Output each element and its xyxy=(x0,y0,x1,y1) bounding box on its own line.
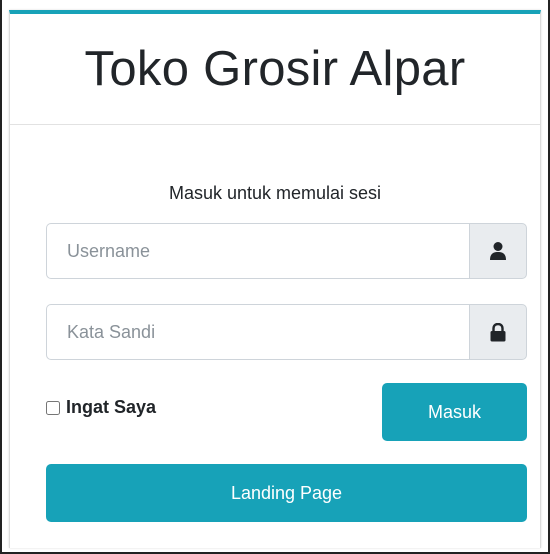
username-input-group xyxy=(46,223,527,279)
username-addon xyxy=(469,223,527,279)
password-addon xyxy=(469,304,527,360)
remember-checkbox[interactable] xyxy=(46,400,60,415)
remember-me[interactable]: Ingat Saya xyxy=(46,397,156,418)
password-input-group xyxy=(46,304,527,360)
landing-page-button[interactable]: Landing Page xyxy=(46,464,527,522)
lock-icon xyxy=(490,322,506,341)
page-title: Toko Grosir Alpar xyxy=(84,42,466,96)
username-input[interactable] xyxy=(46,223,469,279)
login-card: Toko Grosir Alpar Masuk untuk memulai se… xyxy=(9,10,541,548)
login-button[interactable]: Masuk xyxy=(382,383,527,441)
user-icon xyxy=(490,242,506,260)
login-box-message: Masuk untuk memulai sesi xyxy=(168,183,382,203)
password-input[interactable] xyxy=(46,304,469,360)
remember-label: Ingat Saya xyxy=(66,397,157,417)
card-header: Toko Grosir Alpar xyxy=(10,14,540,125)
